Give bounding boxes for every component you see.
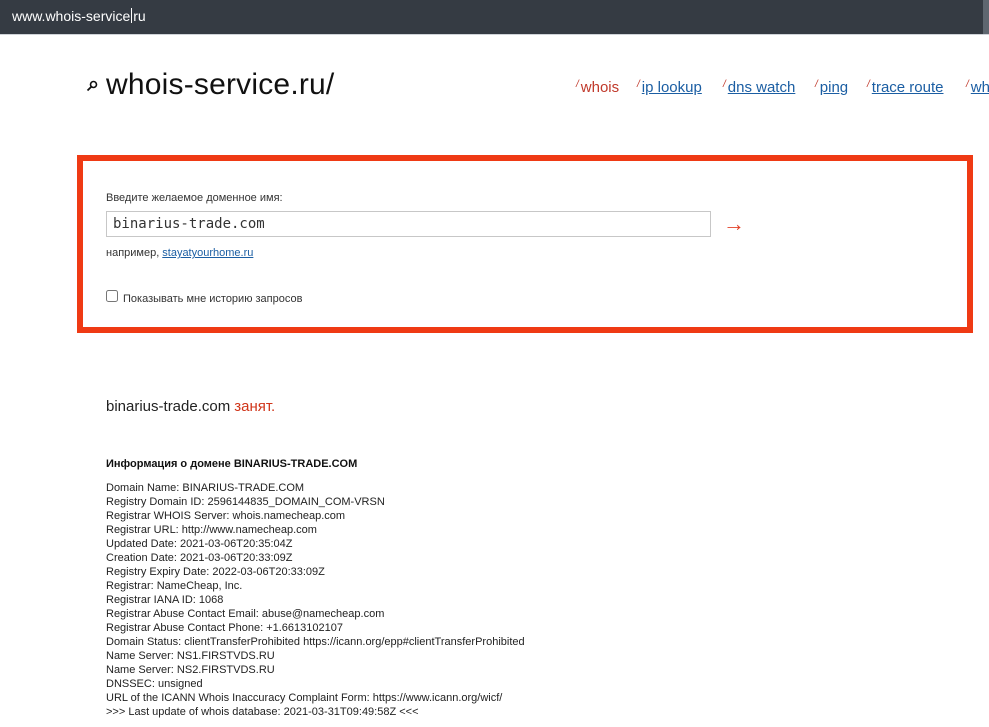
nav-dns-watch[interactable]: / dns watch <box>723 79 795 96</box>
nav-trace-route[interactable]: / trace route <box>867 79 944 96</box>
nav-whois-more[interactable]: / wh <box>966 79 989 96</box>
nav-slash-icon: / <box>966 79 969 90</box>
domain-info-title: Информация о домене BINARIUS-TRADE.COM <box>106 458 358 470</box>
nav-whois[interactable]: / whois <box>576 79 619 96</box>
example-link[interactable]: stayatyourhome.ru <box>162 247 253 259</box>
address-bar-edge <box>983 0 989 34</box>
nav-slash-icon: / <box>815 79 818 90</box>
nav-slash-icon: / <box>637 79 640 90</box>
whois-line: Registrar: NameCheap, Inc. <box>106 580 243 592</box>
main-nav: / whois / ip lookup / dns watch / ping / trac… <box>0 79 989 103</box>
whois-line: Registrar Abuse Contact Email: abuse@nam… <box>106 608 385 620</box>
whois-line: Registry Domain ID: 2596144835_DOMAIN_CO… <box>106 496 385 508</box>
nav-slash-icon: / <box>723 79 726 90</box>
history-checkbox[interactable] <box>106 290 118 302</box>
status-badge: занят. <box>234 398 276 415</box>
whois-line: Registrar WHOIS Server: whois.namecheap.… <box>106 510 346 522</box>
whois-record: Domain Name: BINARIUS-TRADE.COM Registry… <box>106 481 525 719</box>
nav-ip-lookup[interactable]: / ip lookup <box>637 79 702 96</box>
whois-line: Creation Date: 2021-03-06T20:33:09Z <box>106 552 293 564</box>
whois-line: URL of the ICANN Whois Inaccuracy Compla… <box>106 692 503 704</box>
nav-ping[interactable]: / ping <box>815 79 848 96</box>
whois-line: Updated Date: 2021-03-06T20:35:04Z <box>106 538 293 550</box>
nav-slash-icon: / <box>867 79 870 90</box>
whois-line: Name Server: NS1.FIRSTVDS.RU <box>106 650 275 662</box>
example-prefix: например, <box>106 247 160 259</box>
domain-input-label: Введите желаемое доменное имя: <box>106 192 283 204</box>
address-url[interactable]: www.whois-service ru <box>12 8 146 24</box>
result-domain: binarius-trade.com <box>106 398 231 415</box>
whois-line: Domain Status: clientTransferProhibited … <box>106 636 525 648</box>
domain-search-form <box>77 155 973 333</box>
nav-slash-icon: / <box>576 79 579 90</box>
whois-line: Registrar Abuse Contact Phone: +1.661310… <box>106 622 343 634</box>
whois-line: Name Server: NS2.FIRSTVDS.RU <box>106 664 275 676</box>
whois-line: Registrar URL: http://www.namecheap.com <box>106 524 317 536</box>
history-checkbox-label[interactable]: Показывать мне историю запросов <box>123 293 302 305</box>
domain-input[interactable] <box>106 211 711 237</box>
whois-line: Domain Name: BINARIUS-TRADE.COM <box>106 482 305 494</box>
whois-line: DNSSEC: unsigned <box>106 678 203 690</box>
whois-line: >>> Last update of whois database: 2021-… <box>106 706 419 718</box>
whois-line: Registrar IANA ID: 1068 <box>106 594 224 606</box>
example-hint: например, stayatyourhome.ru <box>106 247 253 259</box>
browser-address-bar[interactable]: www.whois-service ru <box>0 0 989 35</box>
submit-arrow-icon[interactable]: → <box>723 213 753 237</box>
whois-line: Registry Expiry Date: 2022-03-06T20:33:0… <box>106 566 325 578</box>
result-line: binarius-trade.com занят. <box>106 398 275 415</box>
